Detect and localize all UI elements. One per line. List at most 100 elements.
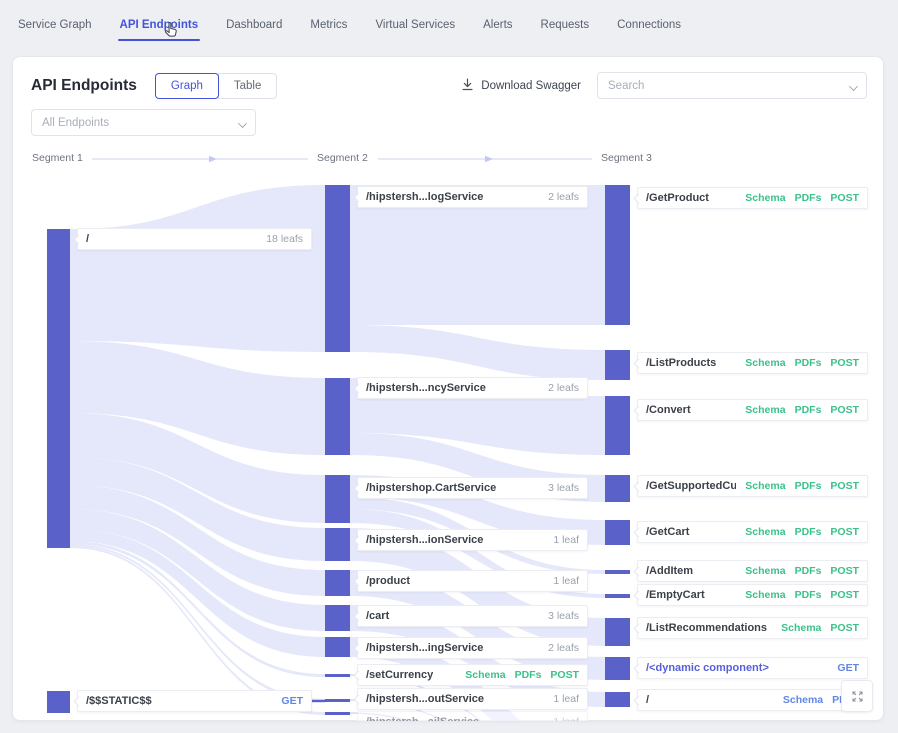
post-link[interactable]: POST [830,526,859,538]
post-link[interactable]: POST [830,192,859,204]
post-link[interactable]: POST [830,565,859,577]
endpoint-node-emptycart[interactable]: /EmptyCartSchemaPDFsPOST [637,584,868,606]
sankey-node-bar-hipstersh-ncyservice[interactable] [325,378,350,455]
endpoint-label: /Convert [646,404,736,416]
sankey-node-bar-product[interactable] [325,570,350,596]
sankey-node-bar-hipstersh-ionservice[interactable] [325,528,350,561]
sankey-node-bar-dynamic-component[interactable] [605,657,630,680]
endpoint-label: /GetProduct [646,192,736,204]
endpoint-filter-select[interactable]: All Endpoints [31,109,256,136]
leaf-count: 2 leafs [548,642,579,654]
schema-link[interactable]: Schema [783,694,823,706]
endpoint-node-additem[interactable]: /AddItem Schema PDFs POST [637,560,868,582]
leaf-count: 18 leafs [266,233,303,245]
nav-item-connections[interactable]: Connections [617,19,681,31]
schema-link[interactable]: Schema [781,622,821,634]
nav-item-api-endpoints[interactable]: API Endpoints [120,19,199,31]
view-toggle-table[interactable]: Table [218,73,278,99]
schema-link[interactable]: Schema [745,357,785,369]
sankey-node-bar-root[interactable] [605,692,630,707]
chevron-down-icon [238,119,247,128]
pdfs-link[interactable]: PDFs [795,480,822,492]
sankey-node-bar-emptycart[interactable] [605,594,630,598]
pdfs-link[interactable]: PDFs [795,357,822,369]
endpoint-node-dynamic-component[interactable]: /<dynamic component>GET [637,657,868,679]
post-link[interactable]: POST [550,669,579,681]
sankey-node-bar-hipstersh-ailservice[interactable] [325,712,350,715]
endpoint-node-hipstersh-ingservice[interactable]: /hipstersh...ingService2 leafs [357,637,588,659]
schema-link[interactable]: Schema [745,404,785,416]
endpoint-node-hipstersh-ionservice[interactable]: /hipstersh...ionService1 leaf [357,529,588,551]
sankey-node-bar-getproduct[interactable] [605,185,630,325]
view-toggle-graph[interactable]: Graph [155,73,219,99]
sankey-node-bar-static[interactable] [47,691,70,713]
pdfs-link[interactable]: PDFs [795,589,822,601]
post-link[interactable]: POST [830,622,859,634]
search-box [597,72,867,99]
segment-header-3: Segment 3 [601,152,652,164]
endpoint-node-root[interactable]: /SchemaPDFs [637,689,868,711]
nav-item-requests[interactable]: Requests [541,19,590,31]
endpoint-label: /ListRecommendations [646,622,772,634]
endpoint-node-hipstersh-ailservice[interactable]: /hipstersh...ailService1 leaf [357,711,588,721]
endpoint-node-convert[interactable]: /Convert Schema PDFs POST [637,399,868,421]
post-link[interactable]: POST [830,357,859,369]
endpoint-node-getcart[interactable]: /GetCart Schema PDFs POST [637,521,868,543]
endpoint-node-hipstersh-outservice[interactable]: /hipstersh...outService1 leaf [357,688,588,710]
post-link[interactable]: POST [830,589,859,601]
pdfs-link[interactable]: PDFs [795,565,822,577]
sankey-node-bar-getsupportedcurrencies[interactable] [605,475,630,502]
endpoint-node-hipstersh-logservice[interactable]: /hipstersh...logService2 leafs [357,186,588,208]
search-input[interactable] [598,80,866,92]
endpoint-node-root[interactable]: /18 leafs [77,228,312,250]
sankey-node-bar-additem[interactable] [605,570,630,574]
endpoint-label: /GetCart [646,526,736,538]
endpoint-label: /AddItem [646,565,736,577]
sankey-node-bar-setcurrency[interactable] [325,674,350,677]
pdfs-link[interactable]: PDFs [515,669,542,681]
get-link[interactable]: GET [281,695,303,707]
download-swagger-button[interactable]: Download Swagger [461,78,581,94]
schema-link[interactable]: Schema [745,526,785,538]
sankey-node-bar-listproducts[interactable] [605,350,630,380]
sankey-node-bar-convert[interactable] [605,396,630,455]
endpoint-node-getsupportedcurrencies[interactable]: /GetSupportedCurrenciesSchemaPDFsPOST [637,475,868,497]
sankey-node-bar-root[interactable] [47,229,70,548]
nav-item-virtual-services[interactable]: Virtual Services [375,19,455,31]
schema-link[interactable]: Schema [745,192,785,204]
sankey-node-bar-listrecommendations[interactable] [605,618,630,646]
sankey-node-bar-hipstersh-ingservice[interactable] [325,637,350,657]
sankey-node-bar-cart[interactable] [325,605,350,631]
schema-link[interactable]: Schema [465,669,505,681]
endpoint-node-hipstershop-cartservice[interactable]: /hipstershop.CartService3 leafs [357,477,588,499]
nav-item-service-graph[interactable]: Service Graph [18,19,92,31]
sankey-node-bar-hipstershop-cartservice[interactable] [325,475,350,523]
leaf-count: 1 leaf [553,534,579,546]
nav-item-alerts[interactable]: Alerts [483,19,512,31]
top-nav: Service Graph API Endpoints Dashboard Metri… [0,0,898,50]
schema-link[interactable]: Schema [745,480,785,492]
get-link[interactable]: GET [837,662,859,674]
endpoint-node-listrecommendations[interactable]: /ListRecommendations Schema POST [637,617,868,639]
endpoint-node-setcurrency[interactable]: /setCurrencySchemaPDFsPOST [357,664,588,686]
pdfs-link[interactable]: PDFs [795,526,822,538]
nav-item-metrics[interactable]: Metrics [310,19,347,31]
schema-link[interactable]: Schema [745,565,785,577]
endpoint-node-getproduct[interactable]: /GetProduct Schema PDFs POST [637,187,868,209]
pdfs-link[interactable]: PDFs [795,192,822,204]
endpoint-node-listproducts[interactable]: /ListProductsSchemaPDFsPOST [637,352,868,374]
sankey-node-bar-getcart[interactable] [605,520,630,545]
endpoint-node-hipstersh-ncyservice[interactable]: /hipstersh...ncyService2 leafs [357,377,588,399]
endpoint-node-static[interactable]: /$$STATIC$$GET [77,690,312,712]
pdfs-link[interactable]: PDFs [795,404,822,416]
post-link[interactable]: POST [830,404,859,416]
nav-item-dashboard[interactable]: Dashboard [226,19,282,31]
schema-link[interactable]: Schema [745,589,785,601]
endpoint-node-cart[interactable]: /cart3 leafs [357,605,588,627]
download-label: Download Swagger [481,80,581,92]
sankey-node-bar-hipstersh-outservice[interactable] [325,699,350,702]
expand-graph-button[interactable] [841,680,873,712]
post-link[interactable]: POST [830,480,859,492]
sankey-node-bar-hipstersh-logservice[interactable] [325,185,350,352]
endpoint-node-product[interactable]: /product1 leaf [357,570,588,592]
